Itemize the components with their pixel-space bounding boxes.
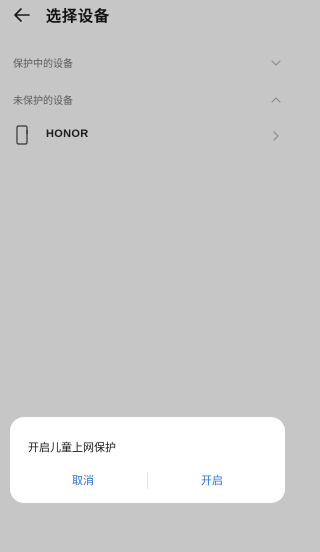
device-name: HONOR xyxy=(46,128,89,140)
page-title: 选择设备 xyxy=(46,8,111,25)
section-unprotected-devices[interactable]: 未保护的设备 xyxy=(0,86,295,112)
enable-protection-dialog: 开启儿童上网保护 取消 开启 xyxy=(10,417,285,503)
chevron-right-icon xyxy=(270,129,282,141)
dialog-button-divider xyxy=(147,473,148,489)
device-item-honor[interactable]: HONOR xyxy=(0,120,295,150)
section-label-unprotected: 未保护的设备 xyxy=(13,96,73,107)
enable-button[interactable]: 开启 xyxy=(152,469,272,493)
chevron-up-icon xyxy=(270,93,282,105)
cancel-button[interactable]: 取消 xyxy=(23,469,143,493)
section-protected-devices[interactable]: 保护中的设备 xyxy=(0,49,295,75)
chevron-down-icon xyxy=(270,56,282,68)
phone-icon xyxy=(16,125,28,145)
app-header: 选择设备 xyxy=(0,0,295,34)
back-arrow-icon[interactable] xyxy=(10,3,34,27)
dialog-title: 开启儿童上网保护 xyxy=(28,442,116,454)
section-label-protected: 保护中的设备 xyxy=(13,59,73,70)
